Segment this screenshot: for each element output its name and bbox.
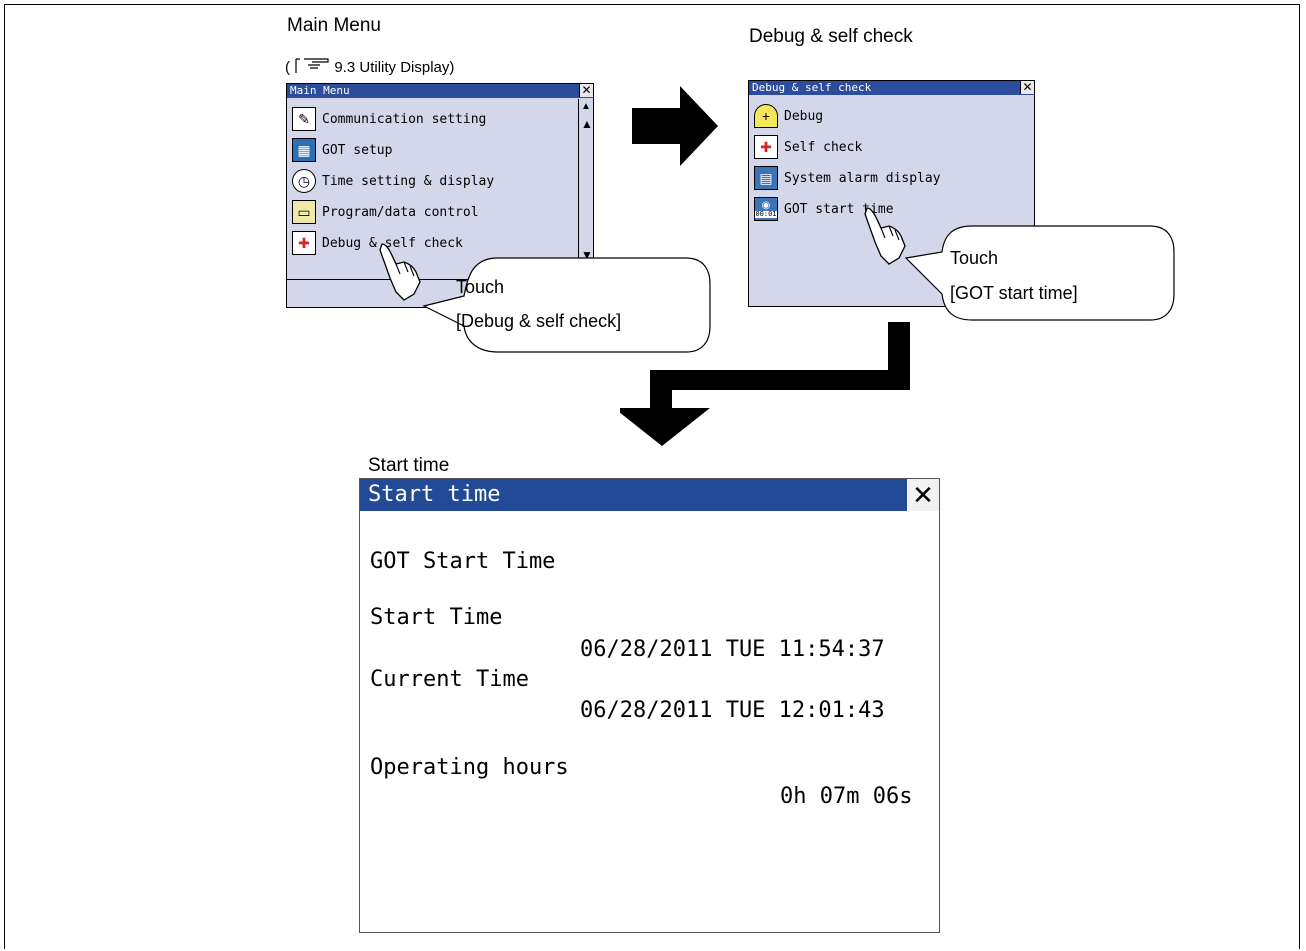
scroll-top-icon[interactable]: ▲ [581,101,591,112]
scroll-up-icon[interactable]: ▲ [581,117,593,131]
clock-icon: ◷ [292,169,316,193]
reference-text: 9.3 Utility Display) [334,59,455,76]
got-start-time-heading: GOT Start Time [370,549,556,574]
start-time-caption: Start time [368,455,450,476]
debug-window-close-button[interactable]: ✕ [1020,81,1034,94]
menu-item-program-data[interactable]: ▭ Program/data control [292,199,479,225]
start-time-close-button[interactable]: ✕ [907,479,939,511]
self-check-icon: ✚ [754,135,778,159]
reference-note: ( 9.3 Utility Display) [285,57,454,76]
menu-item-label: Communication setting [322,111,487,127]
communication-icon: ✎ [292,107,316,131]
callout-debug-line1: Touch [456,277,505,297]
menu-item-label: System alarm display [784,170,941,186]
start-time-label: Start Time [370,605,503,630]
main-menu-caption: Main Menu [287,15,381,36]
reference-hand-icon [295,58,329,73]
menu-item-label: GOT setup [322,142,393,158]
start-time-titlebar: Start time ✕ [360,479,939,511]
menu-item-system-alarm[interactable]: ▤ System alarm display [754,165,941,191]
operating-hours-value: 0h 07m 06s [780,784,913,809]
folder-icon: ▭ [292,200,316,224]
main-menu-titlebar: Main Menu [287,84,593,98]
reference-open: ( [285,59,290,76]
menu-item-got-setup[interactable]: ▦ GOT setup [292,137,392,163]
start-time-value: 06/28/2011 TUE 11:54:37 [580,637,885,662]
menu-item-time-setting[interactable]: ◷ Time setting & display [292,168,494,194]
callout-start-shape [904,225,1175,321]
menu-item-communication-setting[interactable]: ✎ Communication setting [292,106,486,132]
main-menu-scrollbar[interactable]: ▲ ▲ ▼ [578,99,593,264]
callout-debug-line2: [Debug & self check] [456,311,622,331]
elbow-arrow-icon [620,322,910,446]
debug-window-titlebar: Debug & self check [749,81,1034,95]
callout-start-line2: [GOT start time] [950,283,1078,303]
menu-item-self-check[interactable]: ✚ Self check [754,134,862,160]
start-time-icon: ◉ 00:01 [754,197,778,221]
current-time-value: 06/28/2011 TUE 12:01:43 [580,698,885,723]
operating-hours-label: Operating hours [370,755,569,780]
main-menu-close-button[interactable]: ✕ [579,84,593,97]
start-time-icon-badge: 00:01 [755,209,777,218]
debug-icon: + [754,104,778,128]
system-alarm-icon: ▤ [754,166,778,190]
right-arrow-icon [632,86,718,166]
callout-start-line1: Touch [950,248,999,268]
debug-icon: ✚ [292,231,316,255]
menu-item-label: Debug [784,108,824,124]
menu-item-label: Time setting & display [322,173,495,189]
start-time-window: Start time ✕ GOT Start Time Start Time 0… [359,478,940,933]
menu-item-label: Self check [784,139,863,155]
menu-item-label: Program/data control [322,204,479,220]
got-setup-icon: ▦ [292,138,316,162]
menu-item-debug[interactable]: + Debug [754,103,823,129]
debug-self-check-caption: Debug & self check [749,26,913,47]
current-time-label: Current Time [370,667,529,692]
start-time-title: Start time [368,482,501,507]
